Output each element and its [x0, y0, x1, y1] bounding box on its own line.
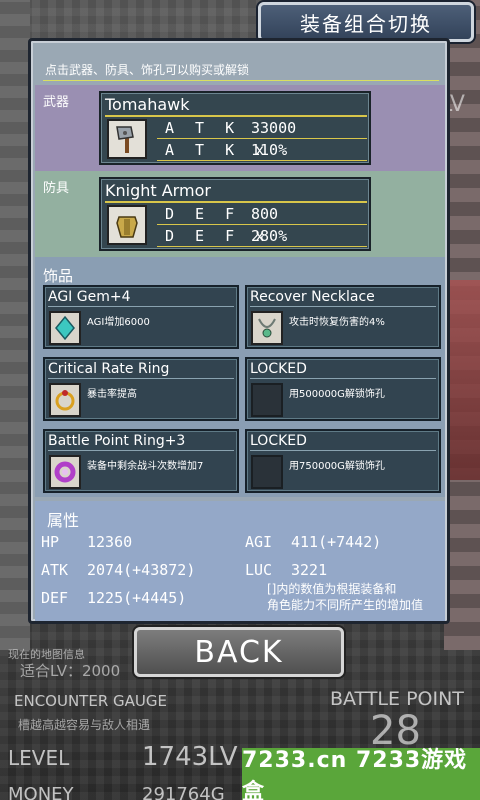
armor-stat-row: D E F x 280%	[157, 227, 367, 247]
locked-slot-icon	[251, 383, 283, 417]
necklace-icon	[251, 311, 283, 345]
attr-label: DEF	[41, 589, 69, 607]
accessory-desc: 攻击时恢复伤害的4%	[289, 317, 385, 328]
attr-value: 411(+7442)	[291, 533, 382, 551]
accessory-section-label: 饰品	[43, 267, 74, 285]
accessory-slot-recover-necklace[interactable]: Recover Necklace 攻击时恢复伤害的4%	[245, 285, 441, 349]
attributes-title: 属性	[47, 511, 80, 530]
armor-section-label: 防具	[43, 181, 70, 196]
attr-value: 3221	[291, 561, 328, 579]
attr-atk: ATK 2074(+43872)	[41, 561, 195, 579]
accessory-desc: 用500000G解锁饰孔	[289, 389, 385, 400]
accessory-name: AGI Gem+4	[48, 288, 234, 307]
attr-value: 2074(+43872)	[87, 561, 196, 579]
bg-fit-lv: 适合LV：2000	[20, 662, 121, 680]
bg-level-value: 1743LV	[142, 742, 238, 772]
tomahawk-axe-icon	[107, 119, 147, 159]
weapon-section-label: 武器	[43, 95, 70, 110]
accessory-desc: 装备中剩余战斗次数增加7	[87, 461, 204, 472]
accessory-name: LOCKED	[250, 360, 436, 379]
bg-money-value: 291764G	[142, 784, 225, 800]
accessory-section: 饰品 AGI Gem+4 AGI增加6000 Recover Necklace …	[35, 257, 445, 497]
armor-stat-row: D E F 800	[157, 205, 367, 225]
armor-card[interactable]: Knight Armor D E F 800 D E F x 280%	[99, 177, 371, 251]
stat-key: D E F	[165, 205, 241, 223]
accessory-desc: AGI增加6000	[87, 317, 150, 328]
attr-value: 1225(+4445)	[87, 589, 187, 607]
weapon-stat-row: A T K x 110%	[157, 141, 367, 161]
attr-hp: HP 12360	[41, 533, 132, 551]
bg-level-label: LEVEL	[8, 746, 70, 770]
accessory-name: Recover Necklace	[250, 288, 436, 307]
armor-section: 防具 Knight Armor D E F 800 D E F x 280%	[35, 171, 445, 257]
weapon-stat-row: A T K 33000	[157, 119, 367, 139]
ring-icon	[49, 383, 81, 417]
accessory-slot-critical-rate-ring[interactable]: Critical Rate Ring 暴击率提高	[43, 357, 239, 421]
attr-luc: LUC 3221	[245, 561, 327, 579]
stat-value: 33000	[251, 119, 297, 137]
attributes-note: []内的数值为根据装备和 角色能力不同所产生的增加值	[267, 581, 423, 613]
stat-value: 800	[251, 205, 279, 223]
knight-armor-icon	[107, 205, 147, 245]
equipment-panel: 点击武器、防具、饰孔可以购买或解锁 武器 Tomahawk A T K 3300…	[28, 38, 450, 624]
accessory-slot-agi-gem[interactable]: AGI Gem+4 AGI增加6000	[43, 285, 239, 349]
agi-gem-icon	[49, 311, 81, 345]
accessory-desc: 暴击率提高	[87, 389, 137, 400]
attr-agi: AGI 411(+7442)	[245, 533, 381, 551]
weapon-name: Tomahawk	[105, 95, 367, 117]
attr-label: HP	[41, 533, 60, 551]
attributes-section: 属性 HP 12360 ATK 2074(+43872) DEF 1225(+4445…	[35, 501, 445, 621]
site-logo: 7233.cn 7233游戏盒	[242, 748, 480, 800]
back-button[interactable]: BACK	[134, 627, 344, 677]
accessory-name: Critical Rate Ring	[48, 360, 234, 379]
accessory-name: Battle Point Ring+3	[48, 432, 234, 451]
note-line: []内的数值为根据装备和	[267, 582, 397, 596]
attr-label: ATK	[41, 561, 69, 579]
locked-slot-icon	[251, 455, 283, 489]
bg-encounter-gauge: ENCOUNTER GAUGE	[14, 692, 167, 710]
attr-def: DEF 1225(+4445)	[41, 589, 186, 607]
bg-money-label: MONEY	[8, 784, 74, 800]
stat-key: A T K	[165, 119, 241, 137]
weapon-section: 武器 Tomahawk A T K 33000 A T K x 110%	[35, 85, 445, 171]
attr-label: AGI	[245, 533, 273, 551]
accessory-slot-locked-2[interactable]: LOCKED 用750000G解锁饰孔	[245, 429, 441, 493]
attr-value: 12360	[87, 533, 133, 551]
attr-label: LUC	[245, 561, 273, 579]
accessory-slot-locked-1[interactable]: LOCKED 用500000G解锁饰孔	[245, 357, 441, 421]
bg-left-wall	[0, 0, 30, 650]
purchase-hint: 点击武器、防具、饰孔可以购买或解锁	[43, 61, 439, 81]
battle-ring-icon	[49, 455, 81, 489]
note-line: 角色能力不同所产生的增加值	[267, 598, 424, 612]
weapon-card[interactable]: Tomahawk A T K 33000 A T K x 110%	[99, 91, 371, 165]
accessory-name: LOCKED	[250, 432, 436, 451]
armor-name: Knight Armor	[105, 181, 367, 203]
equipment-set-switch-button[interactable]: 装备组合切换	[258, 2, 474, 42]
bg-encounter-hint: 槽越高越容易与敌人相遇	[18, 718, 151, 732]
accessory-slot-battle-point-ring[interactable]: Battle Point Ring+3 装备中剩余战斗次数增加7	[43, 429, 239, 493]
stat-value: 280%	[251, 227, 288, 245]
accessory-desc: 用750000G解锁饰孔	[289, 461, 385, 472]
stat-value: 110%	[251, 141, 288, 159]
bg-battle-point-label: BATTLE POINT	[330, 688, 464, 710]
